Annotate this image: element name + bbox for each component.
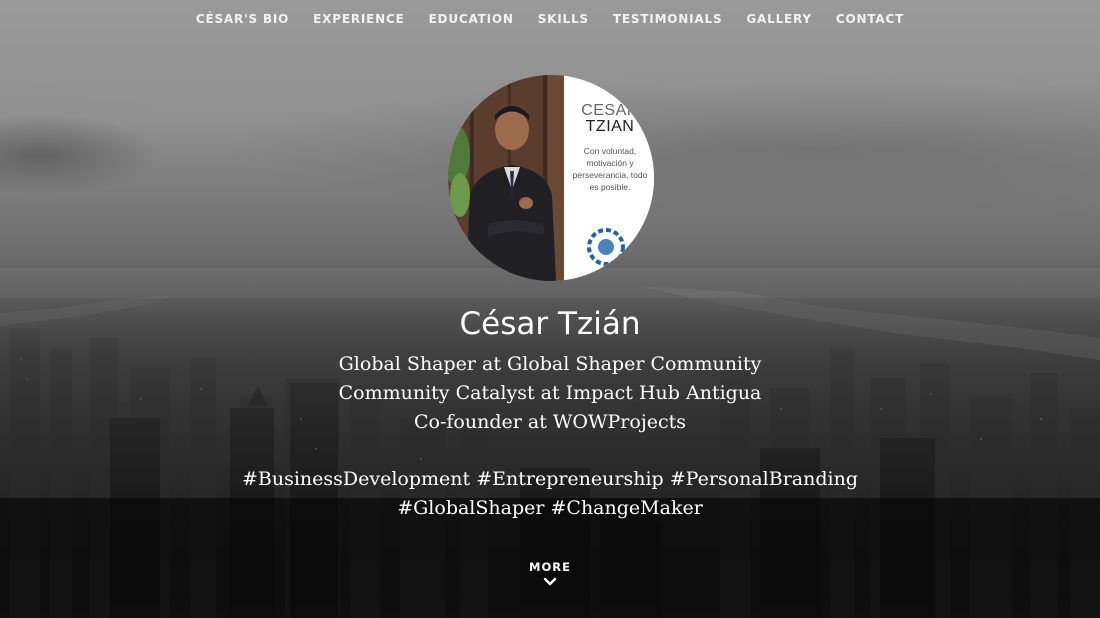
chevron-down-icon [543, 577, 557, 586]
nav-item-education[interactable]: EDUCATION [417, 12, 526, 26]
role-line: Co-founder at WOWProjects [414, 411, 686, 433]
hashtag-line: #GlobalShaper #ChangeMaker [397, 497, 703, 519]
role-line: Community Catalyst at Impact Hub Antigua [338, 382, 762, 404]
profile-name: César Tzián [459, 306, 641, 342]
more-button[interactable]: MORE [0, 560, 1100, 587]
profile-hashtags: #BusinessDevelopment #Entrepreneurship #… [0, 465, 1100, 523]
more-label: MORE [529, 560, 571, 574]
photo-brand-last-name: TZIAN [585, 118, 635, 135]
nav-item-bio[interactable]: CÉSAR'S BIO [184, 12, 301, 26]
nav-item-gallery[interactable]: GALLERY [734, 12, 824, 26]
hashtag-line: #BusinessDevelopment #Entrepreneurship #… [241, 468, 859, 490]
profile-avatar: CESAR TZIAN Con voluntad, motivación y p… [448, 75, 654, 281]
photo-motto: Con voluntad, motivación y perseverancia… [572, 146, 648, 192]
profile-roles: Global Shaper at Global Shaper Community… [0, 350, 1100, 437]
nav-item-experience[interactable]: EXPERIENCE [301, 12, 416, 26]
nav-item-testimonials[interactable]: TESTIMONIALS [601, 12, 735, 26]
nav-item-skills[interactable]: SKILLS [526, 12, 601, 26]
role-line: Global Shaper at Global Shaper Community [338, 353, 762, 375]
top-navigation: CÉSAR'S BIO EXPERIENCE EDUCATION SKILLS … [0, 0, 1100, 38]
nav-item-contact[interactable]: CONTACT [824, 12, 916, 26]
